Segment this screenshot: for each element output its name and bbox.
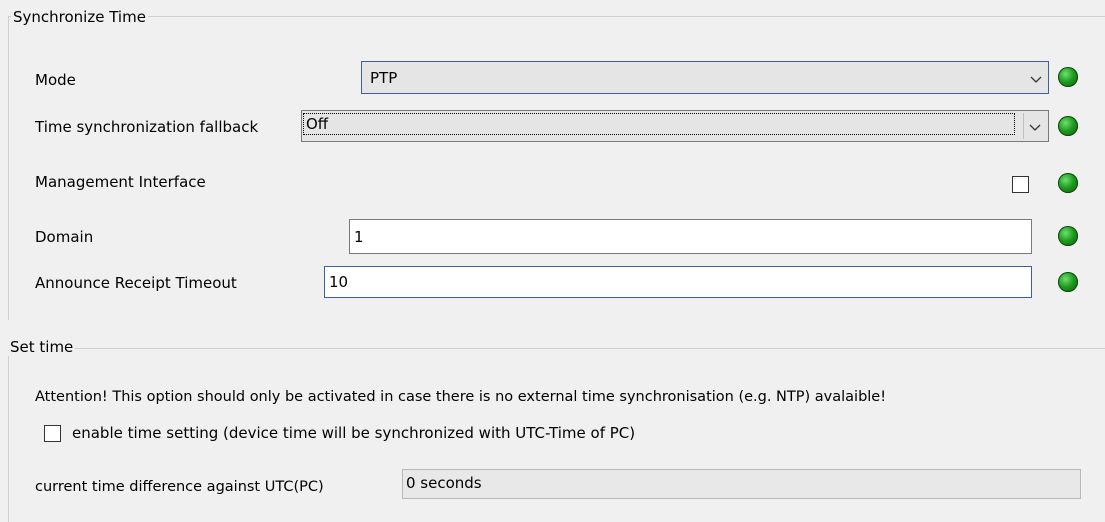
announce-timeout-label: Announce Receipt Timeout: [35, 274, 237, 292]
management-interface-label: Management Interface: [35, 173, 206, 191]
fallback-dropdown-button[interactable]: [1023, 113, 1046, 139]
announce-timeout-input[interactable]: 10: [324, 266, 1032, 298]
mode-select[interactable]: PTP: [361, 61, 1049, 94]
management-interface-status-led: [1058, 173, 1078, 193]
fallback-select[interactable]: Off: [301, 110, 1049, 142]
mode-status-led: [1058, 67, 1078, 87]
enable-time-setting-checkbox[interactable]: [44, 425, 61, 442]
domain-status-led: [1058, 226, 1078, 246]
time-difference-field: 0 seconds: [402, 469, 1081, 499]
fallback-label: Time synchronization fallback: [35, 118, 259, 136]
announce-timeout-input-value: 10: [329, 273, 349, 291]
chevron-down-icon: [1029, 124, 1041, 131]
domain-input[interactable]: 1: [349, 219, 1032, 254]
fallback-status-led: [1058, 116, 1078, 136]
enable-time-setting-label[interactable]: enable time setting (device time will be…: [72, 423, 635, 443]
synchronize-time-title: Synchronize Time: [11, 8, 148, 26]
management-interface-checkbox[interactable]: [1012, 176, 1029, 193]
time-difference-label: current time difference against UTC(PC): [35, 479, 324, 495]
announce-timeout-status-led: [1058, 272, 1078, 292]
fallback-select-value: Off: [303, 113, 1015, 135]
attention-text: Attention! This option should only be ac…: [35, 389, 887, 405]
domain-label: Domain: [35, 228, 94, 246]
time-difference-value: 0 seconds: [406, 474, 482, 492]
chevron-down-icon: [1030, 76, 1042, 83]
mode-label: Mode: [35, 71, 76, 89]
domain-input-value: 1: [354, 228, 364, 246]
set-time-title: Set time: [8, 338, 76, 356]
mode-select-value: PTP: [370, 69, 398, 87]
